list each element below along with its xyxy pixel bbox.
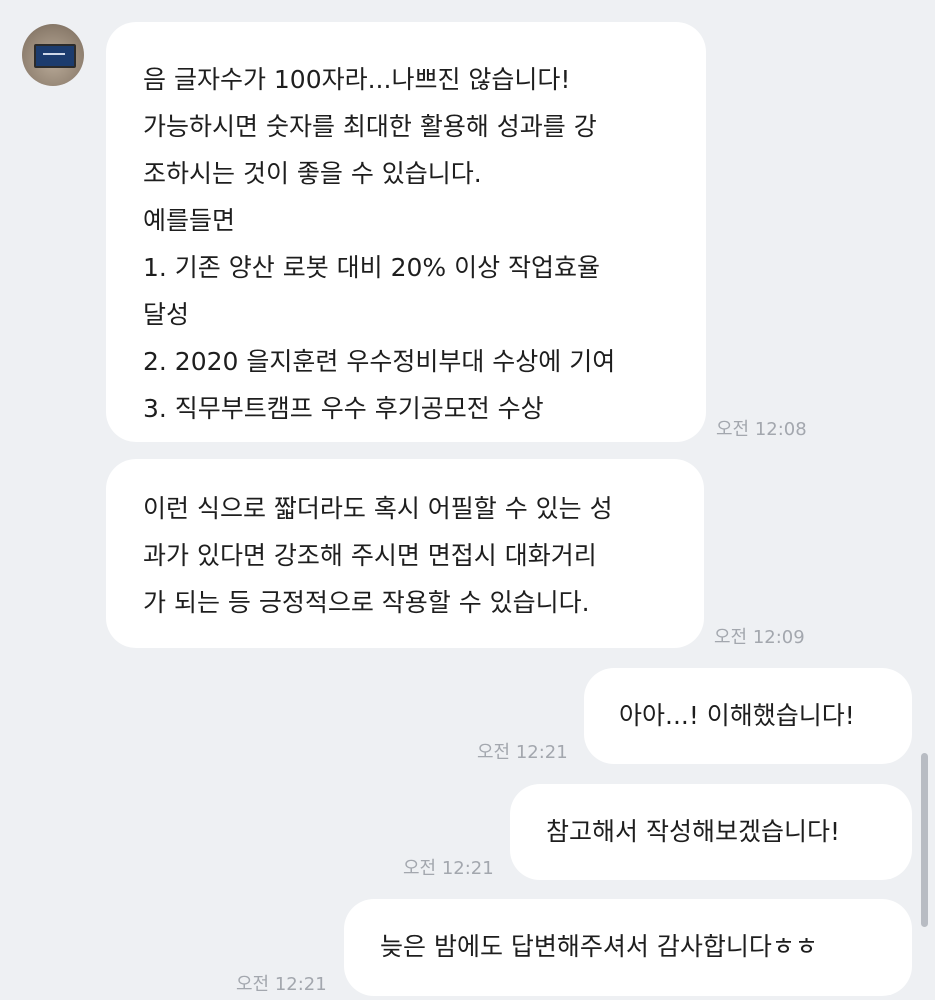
message-timestamp: 오전 12:21 xyxy=(403,858,494,879)
message-line: 참고해서 작성해보겠습니다! xyxy=(546,817,840,846)
message-timestamp: 오전 12:21 xyxy=(477,742,568,763)
message-line: 과가 있다면 강조해 주시면 면접시 대화거리 xyxy=(143,541,597,570)
message-line: 3. 직무부트캠프 우수 후기공모전 수상 xyxy=(143,394,544,423)
message-timestamp: 오전 12:21 xyxy=(236,974,327,995)
message-line: 늦은 밤에도 답변해주셔서 감사합니다ㅎㅎ xyxy=(380,932,818,961)
sender-avatar[interactable] xyxy=(22,24,84,86)
message-bubble-incoming[interactable]: 이런 식으로 짧더라도 혹시 어필할 수 있는 성 과가 있다면 강조해 주시면… xyxy=(106,459,704,648)
message-line: 아아...! 이해했습니다! xyxy=(619,701,855,730)
message-bubble-outgoing[interactable]: 늦은 밤에도 답변해주셔서 감사합니다ㅎㅎ xyxy=(344,899,912,996)
scrollbar-thumb[interactable] xyxy=(921,753,928,927)
message-line: 1. 기존 양산 로봇 대비 20% 이상 작업효율 xyxy=(143,253,601,282)
message-bubble-outgoing[interactable]: 참고해서 작성해보겠습니다! xyxy=(510,784,912,880)
message-bubble-incoming[interactable]: 음 글자수가 100자라...나쁘진 않습니다! 가능하시면 숫자를 최대한 활… xyxy=(106,22,706,442)
message-line: 가 되는 등 긍정적으로 작용할 수 있습니다. xyxy=(143,588,590,617)
message-line: 예를들면 xyxy=(143,206,236,235)
message-timestamp: 오전 12:08 xyxy=(716,419,807,440)
message-line: 이런 식으로 짧더라도 혹시 어필할 수 있는 성 xyxy=(143,494,613,523)
message-line: 음 글자수가 100자라...나쁘진 않습니다! xyxy=(143,65,571,94)
message-bubble-outgoing[interactable]: 아아...! 이해했습니다! xyxy=(584,668,912,764)
profile-photo-icon xyxy=(34,44,76,68)
message-timestamp: 오전 12:09 xyxy=(714,627,805,648)
message-line: 조하시는 것이 좋을 수 있습니다. xyxy=(143,159,482,188)
message-line: 2. 2020 을지훈련 우수정비부대 수상에 기여 xyxy=(143,347,616,376)
message-line: 가능하시면 숫자를 최대한 활용해 성과를 강 xyxy=(143,112,597,141)
chat-view: 음 글자수가 100자라...나쁘진 않습니다! 가능하시면 숫자를 최대한 활… xyxy=(0,0,935,1000)
message-line: 달성 xyxy=(143,300,190,329)
